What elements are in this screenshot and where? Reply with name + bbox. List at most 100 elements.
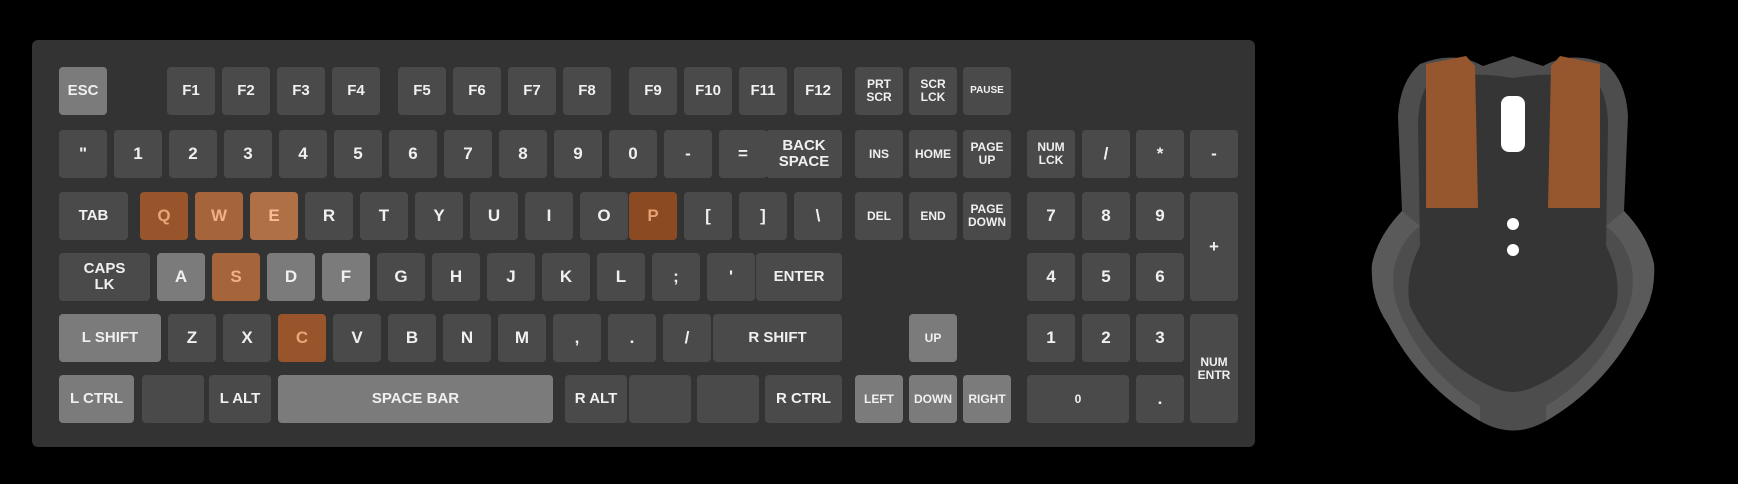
key-scroll-lock[interactable]: SCR LCK: [909, 67, 957, 115]
key-space-bar[interactable]: SPACE BAR: [278, 375, 553, 423]
key-right-win[interactable]: [629, 375, 691, 423]
key-z[interactable]: Z: [168, 314, 216, 362]
mouse-dpi-button-down[interactable]: [1507, 244, 1519, 256]
key-home[interactable]: HOME: [909, 130, 957, 178]
key-num-8[interactable]: 8: [1082, 192, 1130, 240]
key-arrow-down[interactable]: DOWN: [909, 375, 957, 423]
key-left-alt[interactable]: L ALT: [209, 375, 271, 423]
key-esc[interactable]: ESC: [59, 67, 107, 115]
key-f[interactable]: F: [322, 253, 370, 301]
key-a[interactable]: A: [157, 253, 205, 301]
key-num-decimal[interactable]: .: [1136, 375, 1184, 423]
key-print-screen[interactable]: PRT SCR: [855, 67, 903, 115]
key-quote[interactable]: ': [707, 253, 755, 301]
key-num-9[interactable]: 9: [1136, 192, 1184, 240]
key-f9[interactable]: F9: [629, 67, 677, 115]
key-enter[interactable]: ENTER: [756, 253, 842, 301]
key-num-3[interactable]: 3: [1136, 314, 1184, 362]
key-h[interactable]: H: [432, 253, 480, 301]
key-t[interactable]: T: [360, 192, 408, 240]
key-2[interactable]: 2: [169, 130, 217, 178]
key-num-6[interactable]: 6: [1136, 253, 1184, 301]
key-j[interactable]: J: [487, 253, 535, 301]
mouse-scroll-wheel[interactable]: [1501, 96, 1525, 152]
key-num-1[interactable]: 1: [1027, 314, 1075, 362]
key-semicolon[interactable]: ;: [652, 253, 700, 301]
key-f10[interactable]: F10: [684, 67, 732, 115]
key-num-multiply[interactable]: *: [1136, 130, 1184, 178]
key-9[interactable]: 9: [554, 130, 602, 178]
key-i[interactable]: I: [525, 192, 573, 240]
key-num-add[interactable]: +: [1190, 192, 1238, 301]
key-arrow-left[interactable]: LEFT: [855, 375, 903, 423]
key-num-divide[interactable]: /: [1082, 130, 1130, 178]
key-num-subtract[interactable]: -: [1190, 130, 1238, 178]
key-num-lock[interactable]: NUM LCK: [1027, 130, 1075, 178]
key-f7[interactable]: F7: [508, 67, 556, 115]
key-5[interactable]: 5: [334, 130, 382, 178]
key-6[interactable]: 6: [389, 130, 437, 178]
key-slash[interactable]: /: [663, 314, 711, 362]
key-c[interactable]: C: [278, 314, 326, 362]
key-right-ctrl[interactable]: R CTRL: [765, 375, 842, 423]
key-comma[interactable]: ,: [553, 314, 601, 362]
key-num-7[interactable]: 7: [1027, 192, 1075, 240]
key-o[interactable]: O: [580, 192, 628, 240]
key-f12[interactable]: F12: [794, 67, 842, 115]
key-m[interactable]: M: [498, 314, 546, 362]
key-pause[interactable]: PAUSE: [963, 67, 1011, 115]
key-arrow-right[interactable]: RIGHT: [963, 375, 1011, 423]
key-page-down[interactable]: PAGE DOWN: [963, 192, 1011, 240]
key-w[interactable]: W: [195, 192, 243, 240]
key-caps-lock[interactable]: CAPS LK: [59, 253, 150, 301]
key-x[interactable]: X: [223, 314, 271, 362]
key-f8[interactable]: F8: [563, 67, 611, 115]
key-num-enter[interactable]: NUM ENTR: [1190, 314, 1238, 423]
key-menu[interactable]: [697, 375, 759, 423]
mouse-left-button[interactable]: [1426, 56, 1478, 208]
key-s[interactable]: S: [212, 253, 260, 301]
key-f3[interactable]: F3: [277, 67, 325, 115]
key-k[interactable]: K: [542, 253, 590, 301]
key-f6[interactable]: F6: [453, 67, 501, 115]
key-f11[interactable]: F11: [739, 67, 787, 115]
key-r[interactable]: R: [305, 192, 353, 240]
key-v[interactable]: V: [333, 314, 381, 362]
key-left-shift[interactable]: L SHIFT: [59, 314, 161, 362]
key-end[interactable]: END: [909, 192, 957, 240]
key-minus[interactable]: -: [664, 130, 712, 178]
key-backslash[interactable]: \: [794, 192, 842, 240]
key-num-5[interactable]: 5: [1082, 253, 1130, 301]
key-backspace[interactable]: BACK SPACE: [766, 130, 842, 178]
key-1[interactable]: 1: [114, 130, 162, 178]
key-num-4[interactable]: 4: [1027, 253, 1075, 301]
key-g[interactable]: G: [377, 253, 425, 301]
mouse-dpi-button-up[interactable]: [1507, 218, 1519, 230]
key-num-2[interactable]: 2: [1082, 314, 1130, 362]
key-left-ctrl[interactable]: L CTRL: [59, 375, 134, 423]
key-7[interactable]: 7: [444, 130, 492, 178]
key-4[interactable]: 4: [279, 130, 327, 178]
key-e[interactable]: E: [250, 192, 298, 240]
key-insert[interactable]: INS: [855, 130, 903, 178]
key-p[interactable]: P: [629, 192, 677, 240]
key-f4[interactable]: F4: [332, 67, 380, 115]
key-right-shift[interactable]: R SHIFT: [713, 314, 842, 362]
key-backtick[interactable]: ": [59, 130, 107, 178]
key-3[interactable]: 3: [224, 130, 272, 178]
key-l[interactable]: L: [597, 253, 645, 301]
key-arrow-up[interactable]: UP: [909, 314, 957, 362]
mouse-right-button[interactable]: [1548, 56, 1600, 208]
key-8[interactable]: 8: [499, 130, 547, 178]
key-f1[interactable]: F1: [167, 67, 215, 115]
key-page-up[interactable]: PAGE UP: [963, 130, 1011, 178]
key-0[interactable]: 0: [609, 130, 657, 178]
key-right-bracket[interactable]: ]: [739, 192, 787, 240]
key-num-0[interactable]: 0: [1027, 375, 1129, 423]
key-tab[interactable]: TAB: [59, 192, 128, 240]
key-f2[interactable]: F2: [222, 67, 270, 115]
key-y[interactable]: Y: [415, 192, 463, 240]
key-delete[interactable]: DEL: [855, 192, 903, 240]
key-q[interactable]: Q: [140, 192, 188, 240]
key-b[interactable]: B: [388, 314, 436, 362]
